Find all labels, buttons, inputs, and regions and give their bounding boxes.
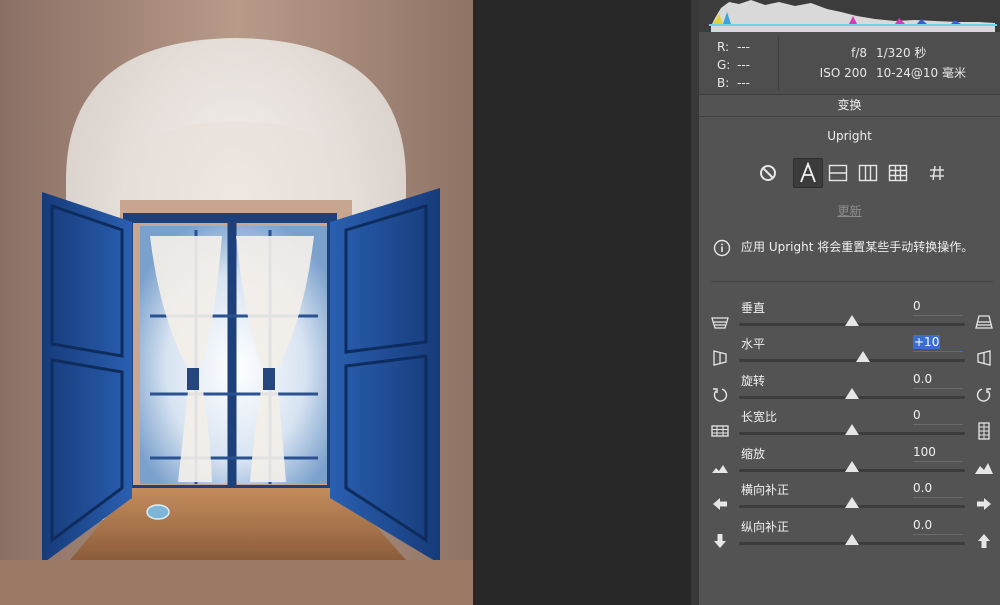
slider-label: 横向补正 — [741, 483, 790, 497]
rgb-readout: R: --- G: --- B: --- — [717, 38, 777, 92]
vertical-plus-icon[interactable] — [975, 313, 993, 331]
aperture: f/8 — [851, 46, 867, 60]
arrow-down-icon[interactable] — [711, 532, 729, 550]
section-divider — [711, 281, 993, 282]
rgb-b: B: --- — [717, 76, 750, 90]
info-icon — [713, 239, 731, 256]
slider-thumb[interactable] — [856, 351, 871, 362]
slider-aspect[interactable]: 长宽比 0 — [699, 408, 1000, 444]
upright-guided-button[interactable] — [922, 158, 952, 188]
vertical-minus-icon[interactable] — [711, 313, 729, 331]
slider-thumb[interactable] — [845, 497, 859, 508]
slider-thumb[interactable] — [845, 424, 859, 435]
shutter-speed: 1/320 秒 — [876, 46, 927, 60]
image-info: R: --- G: --- B: --- f/8 1/320 秒 ISO 200 10-2… — [699, 32, 1000, 95]
iso: ISO 200 — [819, 66, 867, 80]
upright-vertical-button[interactable] — [853, 158, 883, 188]
off-icon — [760, 165, 776, 181]
panel-divider[interactable] — [691, 0, 699, 605]
slider-label: 垂直 — [741, 301, 766, 315]
horizontal-plus-icon[interactable] — [975, 349, 993, 367]
upright-auto-button[interactable] — [793, 158, 823, 188]
histogram — [699, 0, 1000, 32]
slider-value-field[interactable]: 0.0 — [913, 481, 963, 498]
photo-image — [0, 0, 473, 605]
arrow-right-icon[interactable] — [975, 495, 993, 513]
update-link[interactable]: 更新 — [699, 202, 1000, 219]
auto-upright-icon — [800, 162, 816, 183]
lens: 10-24@10 毫米 — [876, 66, 966, 80]
slider-thumb[interactable] — [845, 315, 859, 326]
photo-canvas[interactable] — [0, 0, 473, 605]
slider-offset-y[interactable]: 纵向补正 0.0 — [699, 518, 1000, 554]
info-separator — [778, 36, 779, 90]
scale-small-icon[interactable] — [711, 459, 729, 477]
slider-track[interactable] — [739, 359, 965, 362]
rgb-g: G: --- — [717, 58, 750, 72]
guided-icon — [930, 165, 944, 181]
slider-scale[interactable]: 缩放 100 — [699, 445, 1000, 481]
rotate-left-icon[interactable] — [711, 386, 729, 404]
slider-thumb[interactable] — [845, 461, 859, 472]
slider-value-field[interactable]: +10 — [913, 335, 963, 352]
aspect-wide-icon[interactable] — [711, 422, 729, 440]
slider-value-field[interactable]: 0.0 — [913, 518, 963, 535]
rgb-r: R: --- — [717, 40, 750, 54]
upright-label: Upright — [827, 129, 872, 143]
slider-offset-x[interactable]: 横向补正 0.0 — [699, 481, 1000, 517]
upright-full-button[interactable] — [883, 158, 913, 188]
panel-title: 变换 — [699, 94, 1000, 117]
slider-value-field[interactable]: 100 — [913, 445, 963, 462]
upright-level-button[interactable] — [823, 158, 853, 188]
canvas-background — [473, 0, 691, 605]
slider-label: 旋转 — [741, 374, 766, 388]
aspect-tall-icon[interactable] — [975, 422, 993, 440]
slider-thumb[interactable] — [845, 388, 859, 399]
horizontal-minus-icon[interactable] — [711, 349, 729, 367]
vertical-icon — [858, 164, 878, 182]
slider-value-field[interactable]: 0 — [913, 408, 963, 425]
slider-label: 缩放 — [741, 447, 766, 461]
full-icon — [888, 164, 908, 182]
slider-value-field[interactable]: 0.0 — [913, 372, 963, 389]
level-icon — [828, 164, 848, 182]
arrow-up-icon[interactable] — [975, 532, 993, 550]
slider-thumb[interactable] — [845, 534, 859, 545]
slider-rotate[interactable]: 旋转 0.0 — [699, 372, 1000, 408]
arrow-left-icon[interactable] — [711, 495, 729, 513]
slider-label: 水平 — [741, 337, 766, 351]
camera-raw-panel: R: --- G: --- B: --- f/8 1/320 秒 ISO 200 10-2… — [699, 0, 1000, 605]
rotate-right-icon[interactable] — [975, 386, 993, 404]
slider-value-field[interactable]: 0 — [913, 299, 963, 316]
upright-note: 应用 Upright 将会重置某些手动转换操作。 — [713, 238, 998, 257]
scale-large-icon[interactable] — [975, 459, 993, 477]
slider-vertical[interactable]: 垂直 0 — [699, 299, 1000, 335]
camera-settings: f/8 1/320 秒 ISO 200 10-24@10 毫米 — [789, 43, 994, 83]
slider-label: 纵向补正 — [741, 520, 790, 534]
upright-note-text: 应用 Upright 将会重置某些手动转换操作。 — [741, 240, 974, 254]
slider-label: 长宽比 — [741, 410, 778, 424]
upright-off-button[interactable] — [753, 158, 783, 188]
slider-horizontal[interactable]: 水平 +10 — [699, 335, 1000, 371]
